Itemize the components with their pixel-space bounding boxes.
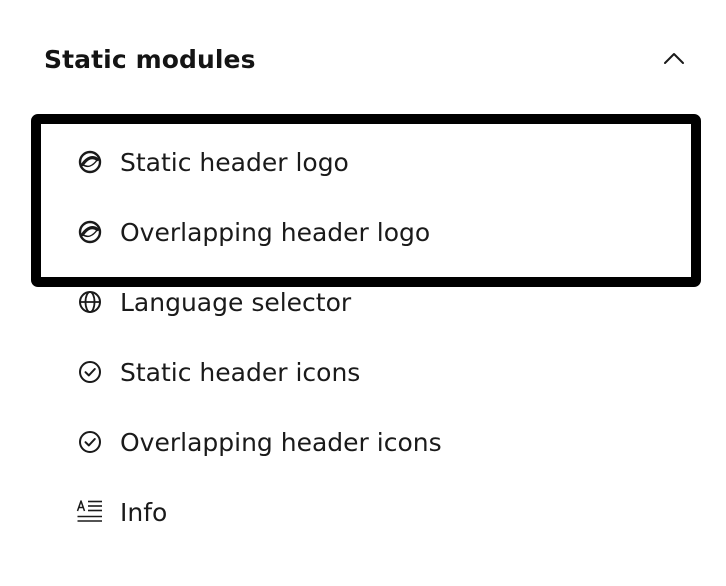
check-circle-icon [76,428,104,456]
logo-icon [76,148,104,176]
module-item-overlapping-header-icons[interactable]: Overlapping header icons [76,407,442,477]
check-circle-icon [76,358,104,386]
module-item-overlapping-header-logo[interactable]: Overlapping header logo [76,197,442,267]
module-list: Static header logo Overlapping header lo… [76,127,442,547]
globe-icon [76,288,104,316]
module-item-static-header-logo[interactable]: Static header logo [76,127,442,197]
module-label: Overlapping header icons [120,427,442,457]
module-label: Static header icons [120,357,361,387]
module-item-info[interactable]: Info [76,477,442,547]
module-item-static-header-icons[interactable]: Static header icons [76,337,442,407]
module-label: Static header logo [120,147,349,177]
section-title: Static modules [44,44,256,74]
module-item-language-selector[interactable]: Language selector [76,267,442,337]
module-label: Info [120,497,168,527]
module-label: Overlapping header logo [120,217,431,247]
text-format-icon [76,498,104,526]
logo-icon [76,218,104,246]
chevron-up-icon[interactable] [652,37,696,81]
static-modules-header[interactable]: Static modules [44,36,684,82]
module-label: Language selector [120,287,352,317]
